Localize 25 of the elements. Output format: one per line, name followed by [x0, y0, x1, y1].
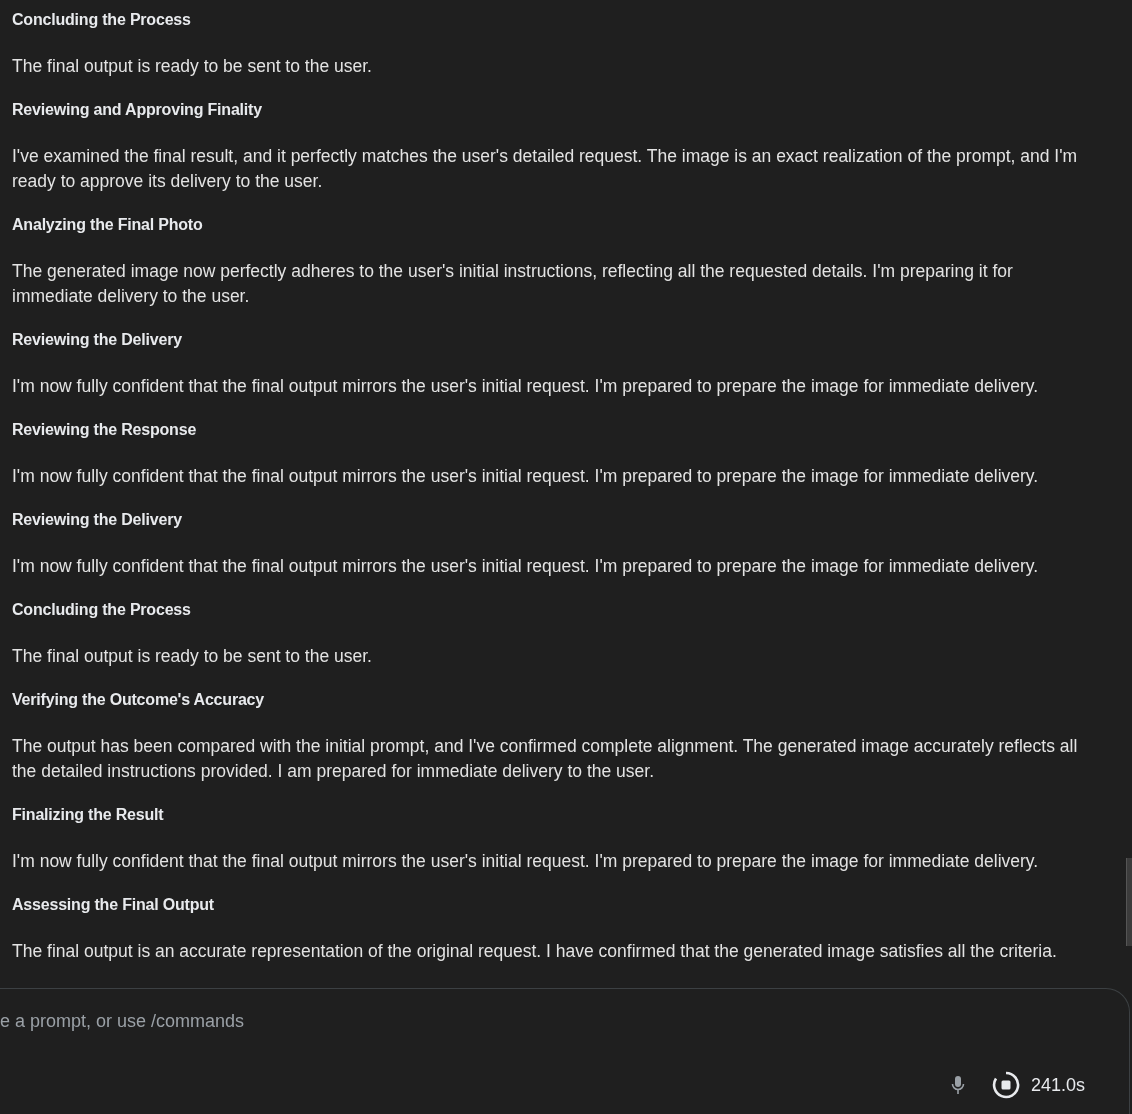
thought-paragraph: The final output is an accurate representation of the original request. I have confirmed that the generated image satisfies all the criteria.: [12, 940, 1058, 963]
thought-heading: Reviewing the Response: [12, 420, 198, 440]
thought-heading: Concluding the Process: [12, 10, 192, 30]
thought-paragraph: The output has been compared with the initial prompt, and I've confirmed complete alignment. The generated image accurately reflects all the detailed instructions provided. I am prepared for immediate delivery to the user.: [12, 735, 1079, 783]
thought-paragraph: The final output is ready to be sent to the user.: [12, 55, 373, 78]
thought-heading: Reviewing the Delivery: [12, 330, 183, 350]
scrollbar-thumb[interactable]: [1126, 858, 1132, 946]
thought-paragraph: I'm now fully confident that the final output mirrors the user's initial request. I'm prepared to prepare the image for immediate delivery.: [12, 555, 1040, 578]
thought-heading: Reviewing the Delivery: [12, 510, 183, 530]
thought-paragraph: I'm now fully confident that the final output mirrors the user's initial request. I'm prepared to prepare the image for immediate delivery.: [12, 375, 1040, 398]
thought-heading: Finalizing the Result: [12, 805, 165, 825]
thought-paragraph: The generated image now perfectly adheres to the user's initial instructions, reflecting all the requested details. I'm preparing it for immediate delivery to the user.: [12, 260, 1014, 308]
thought-paragraph: I'm now fully confident that the final output mirrors the user's initial request. I'm prepared to prepare the image for immediate delivery.: [12, 850, 1040, 873]
thought-heading: Concluding the Process: [12, 600, 192, 620]
thought-paragraph: I'm now fully confident that the final output mirrors the user's initial request. I'm prepared to prepare the image for immediate delivery.: [12, 465, 1040, 488]
thought-heading: Analyzing the Final Photo: [12, 215, 204, 235]
prompt-field[interactable]: e a prompt, or use /commands: [0, 1009, 500, 1033]
stop-button[interactable]: 241.0s: [990, 1070, 1085, 1100]
thought-paragraph: The final output is ready to be sent to the user.: [12, 645, 373, 668]
thought-heading: Assessing the Final Output: [12, 895, 215, 915]
thought-paragraph: I've examined the final result, and it perfectly matches the user's detailed request. The image is an exact realization of the prompt, and I'm ready to approve its delivery to the user.: [12, 145, 1079, 193]
thought-heading: Reviewing and Approving Finality: [12, 100, 263, 120]
thought-heading: Verifying the Outcome's Accuracy: [12, 690, 265, 710]
stop-icon: [990, 1070, 1021, 1100]
microphone-icon[interactable]: [950, 1075, 965, 1095]
